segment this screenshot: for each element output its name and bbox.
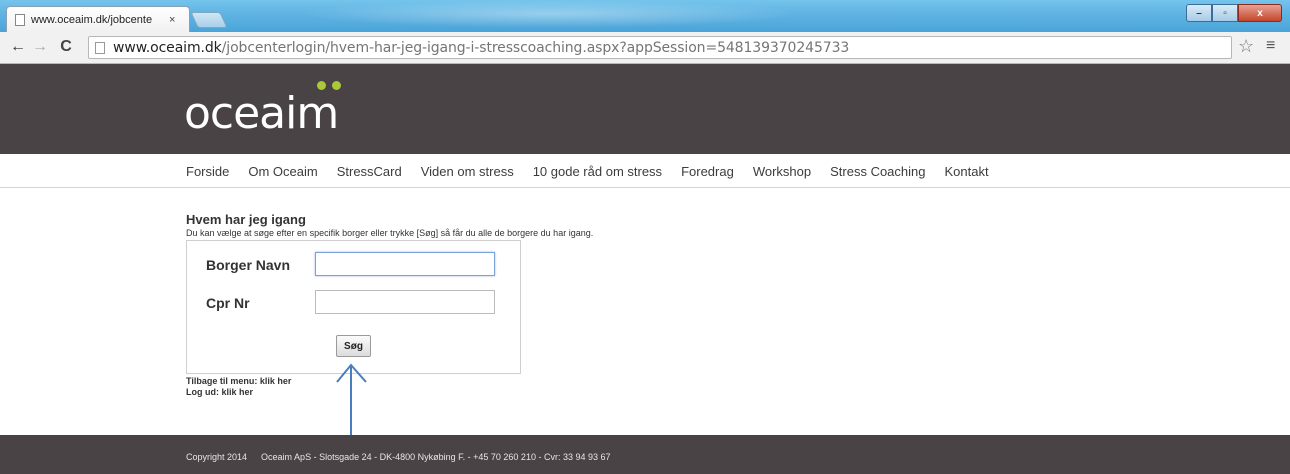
maximize-button[interactable]: ▫ xyxy=(1212,4,1238,22)
nav-item-stresscard[interactable]: StressCard xyxy=(337,164,402,179)
browser-tab[interactable]: www.oceaim.dk/jobcente × xyxy=(6,6,190,32)
borger-navn-input[interactable] xyxy=(315,252,495,276)
copyright-text: Copyright 2014 xyxy=(186,452,248,462)
new-tab-button[interactable] xyxy=(190,12,228,28)
nav-item-viden-om-stress[interactable]: Viden om stress xyxy=(421,164,514,179)
url-text[interactable]: www.oceaim.dk/jobcenterlogin/hvem-har-je… xyxy=(113,40,849,56)
page-title: Hvem har jeg igang xyxy=(186,212,306,227)
company-info: Oceaim ApS - Slotsgade 24 - DK-4800 Nykø… xyxy=(261,452,611,462)
reload-icon[interactable]: C xyxy=(56,38,76,56)
nav-item-foredrag[interactable]: Foredrag xyxy=(681,164,734,179)
page-icon xyxy=(15,13,25,26)
site-footer: Copyright 2014 Oceaim ApS - Slotsgade 24 … xyxy=(0,435,1290,474)
back-to-menu-link[interactable]: Tilbage til menu: klik her xyxy=(186,376,291,387)
nav-item-om-oceaim[interactable]: Om Oceaim xyxy=(248,164,317,179)
logo-dot-icon xyxy=(317,81,326,90)
close-window-button[interactable]: x xyxy=(1238,4,1282,22)
search-form: Borger Navn Cpr Nr Søg xyxy=(186,240,521,374)
page-content: Hvem har jeg igang Du kan vælge at søge … xyxy=(186,212,786,238)
address-bar[interactable]: www.oceaim.dk/jobcenterlogin/hvem-har-je… xyxy=(88,36,1232,59)
page-icon xyxy=(95,41,105,54)
nav-list: Forside Om Oceaim StressCard Viden om st… xyxy=(186,164,1008,179)
tab-title: www.oceaim.dk/jobcente xyxy=(31,13,153,26)
nav-item-workshop[interactable]: Workshop xyxy=(753,164,811,179)
forward-arrow-icon[interactable]: → xyxy=(30,38,50,56)
intro-text: Du kan vælge at søge efter en specifik b… xyxy=(186,228,594,238)
cpr-nr-input[interactable] xyxy=(315,290,495,314)
url-path: /jobcenterlogin/hvem-har-jeg-igang-i-str… xyxy=(221,39,850,56)
minimize-button[interactable]: – xyxy=(1186,4,1212,22)
logo-dot-icon xyxy=(332,81,341,90)
logout-link[interactable]: Log ud: klik her xyxy=(186,387,291,398)
browser-toolbar: ← → C www.oceaim.dk/jobcenterlogin/hvem-… xyxy=(0,32,1290,64)
nav-item-stress-coaching[interactable]: Stress Coaching xyxy=(830,164,925,179)
tab-close-icon[interactable]: × xyxy=(169,14,175,26)
search-button[interactable]: Søg xyxy=(336,335,371,357)
site-header: oceaim xyxy=(0,64,1290,154)
logo-text: oceaim xyxy=(184,88,339,139)
bookmark-star-icon[interactable]: ☆ xyxy=(1238,36,1254,57)
back-arrow-icon[interactable]: ← xyxy=(8,38,28,56)
nav-item-10-gode-raad[interactable]: 10 gode råd om stress xyxy=(533,164,662,179)
titlebar-glow xyxy=(300,0,800,28)
borger-navn-label: Borger Navn xyxy=(206,257,291,273)
url-host: www.oceaim.dk xyxy=(113,39,222,56)
site-logo[interactable]: oceaim xyxy=(184,78,384,139)
browser-titlebar: www.oceaim.dk/jobcente × – ▫ x xyxy=(0,0,1290,32)
page-links: Tilbage til menu: klik her Log ud: klik … xyxy=(186,376,291,398)
main-nav: Forside Om Oceaim StressCard Viden om st… xyxy=(0,154,1290,188)
nav-item-forside[interactable]: Forside xyxy=(186,164,229,179)
footer-text: Copyright 2014 Oceaim ApS - Slotsgade 24 … xyxy=(186,452,611,462)
window-controls: – ▫ x xyxy=(1186,4,1282,22)
cpr-nr-label: Cpr Nr xyxy=(206,295,250,311)
browser-menu-icon[interactable]: ≡ xyxy=(1266,37,1275,55)
nav-item-kontakt[interactable]: Kontakt xyxy=(945,164,989,179)
